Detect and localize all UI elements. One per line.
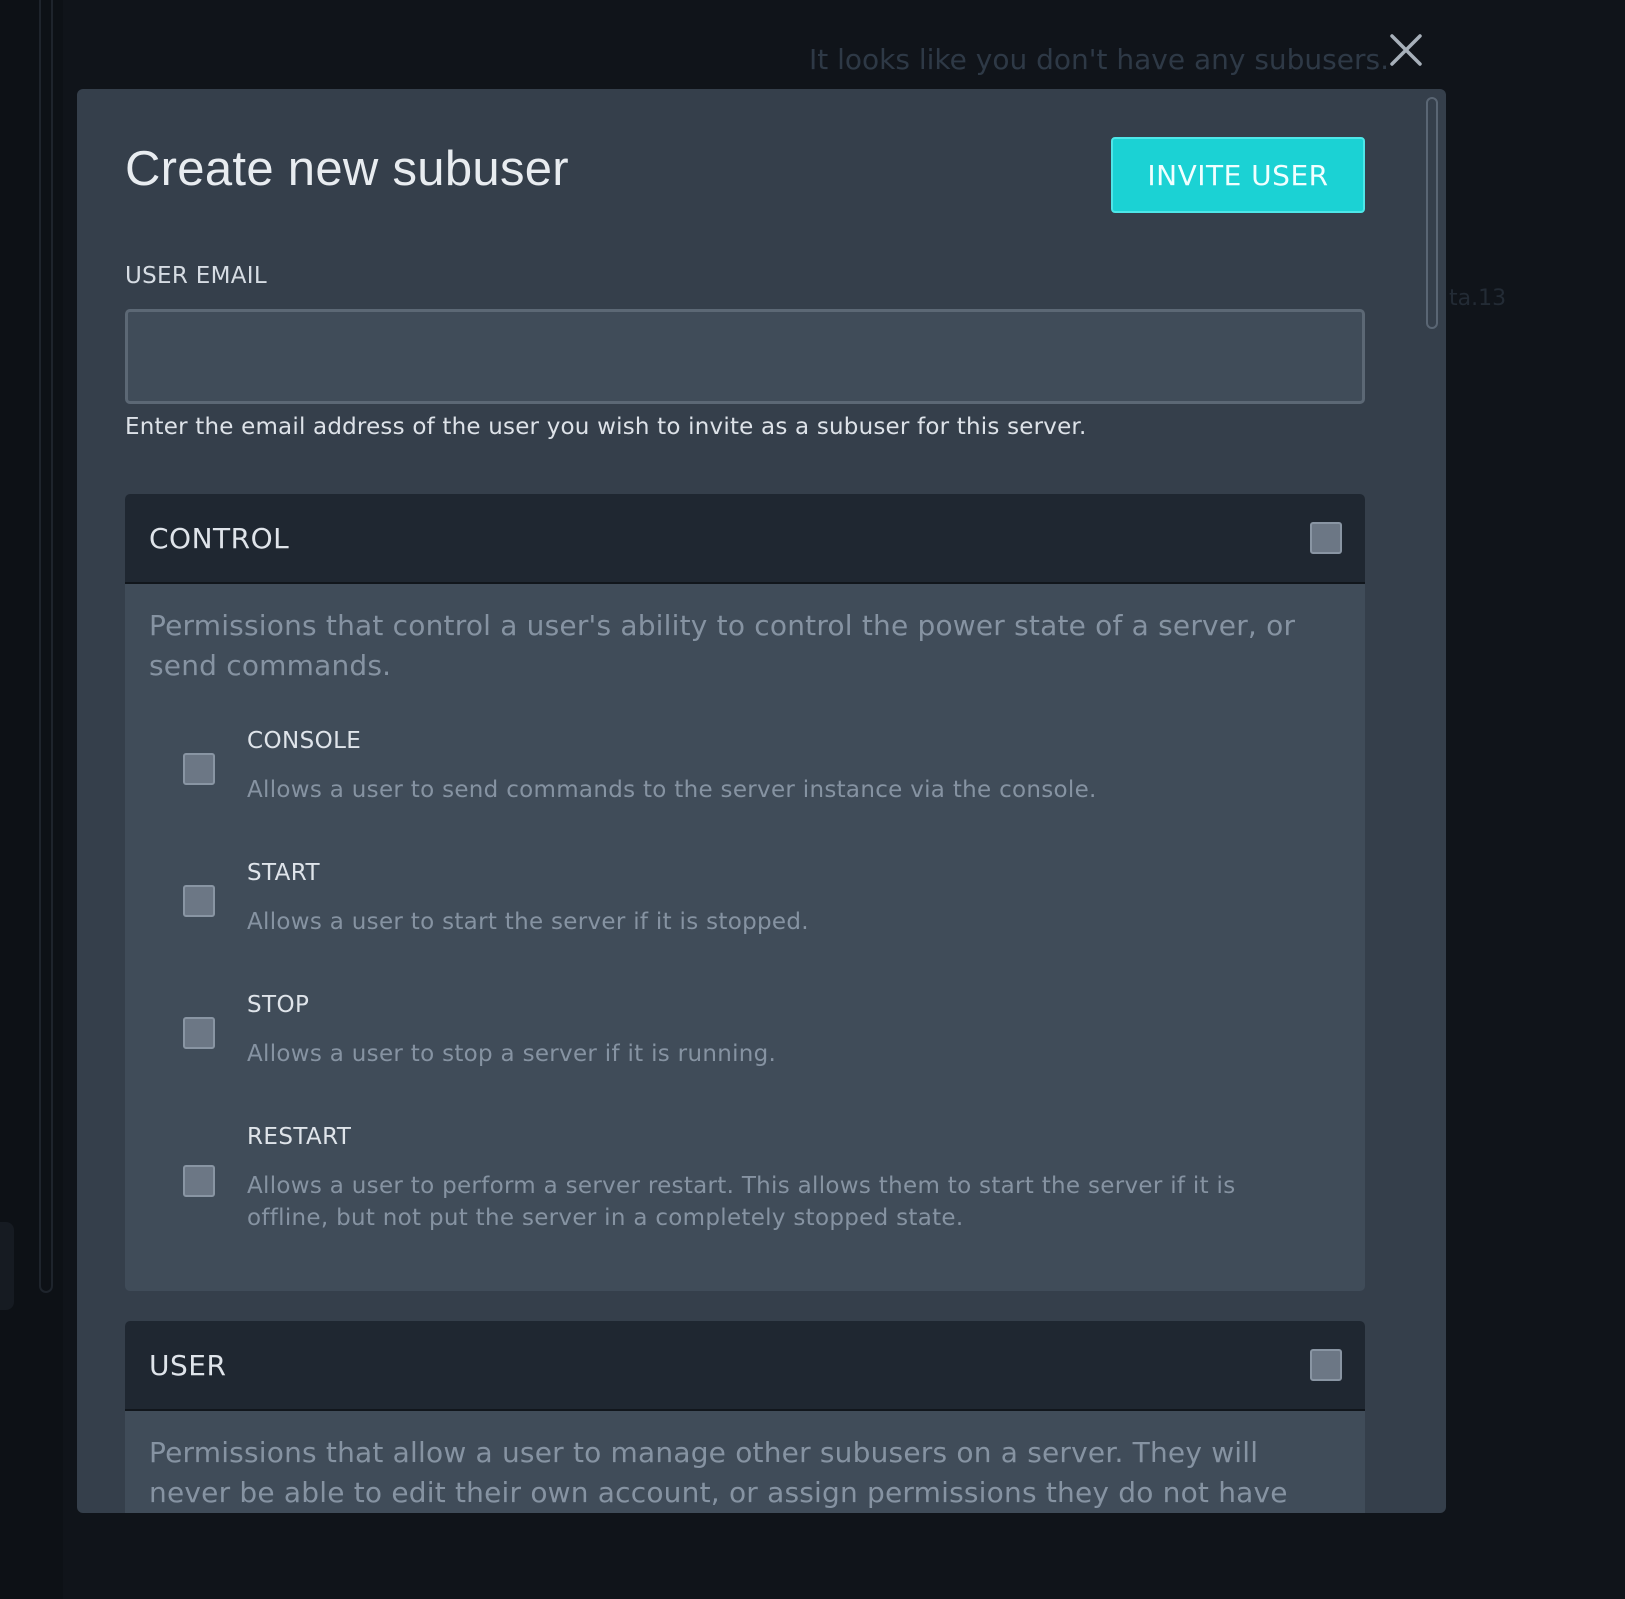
permission-name: CONSOLE: [247, 728, 362, 754]
permission-description: Allows a user to start the server if it …: [247, 909, 809, 935]
permission-group-header: CONTROL: [125, 494, 1365, 584]
select-all-user-checkbox[interactable]: [1310, 1349, 1342, 1381]
select-all-control-checkbox[interactable]: [1310, 522, 1342, 554]
permission-description: Allows a user to stop a server if it is …: [247, 1041, 777, 1067]
permission-group-header: USER: [125, 1321, 1365, 1411]
invite-user-button-label: INVITE USER: [1147, 158, 1329, 192]
permission-group-user: USER Permissions that allow a user to ma…: [125, 1321, 1365, 1513]
user-email-label: USER EMAIL: [125, 263, 267, 289]
permission-description: Allows a user to perform a server restar…: [247, 1173, 1236, 1231]
close-icon[interactable]: [1386, 30, 1426, 70]
start-permission-checkbox[interactable]: [183, 885, 215, 917]
modal-scrollbar[interactable]: [1426, 97, 1438, 329]
permission-name: STOP: [247, 992, 310, 1018]
modal-title: Create new subuser: [125, 142, 569, 196]
rail-tab: [0, 1222, 14, 1310]
permission-group-title: CONTROL: [149, 522, 290, 555]
stop-permission-checkbox[interactable]: [183, 1017, 215, 1049]
empty-subusers-message: It looks like you don't have any subuser…: [808, 43, 1389, 76]
permission-group-control: CONTROL Permissions that control a user'…: [125, 494, 1365, 1291]
user-email-input[interactable]: [125, 309, 1365, 404]
user-email-help: Enter the email address of the user you …: [125, 414, 1087, 440]
permission-group-title: USER: [149, 1349, 227, 1382]
invite-user-button[interactable]: INVITE USER: [1111, 137, 1365, 213]
permission-group-description: Permissions that allow a user to manage …: [149, 1436, 1288, 1509]
left-rail: [0, 0, 63, 1599]
rail-divider: [39, 0, 53, 1293]
console-permission-checkbox[interactable]: [183, 753, 215, 785]
permission-group-description: Permissions that control a user's abilit…: [149, 609, 1296, 682]
create-subuser-modal: Create new subuser INVITE USER USER EMAI…: [77, 89, 1446, 1513]
permission-description: Allows a user to send commands to the se…: [247, 777, 1097, 803]
permission-name: RESTART: [247, 1124, 352, 1150]
permission-name: START: [247, 860, 320, 886]
background-text-fragment: ta.13: [1449, 286, 1507, 311]
restart-permission-checkbox[interactable]: [183, 1165, 215, 1197]
